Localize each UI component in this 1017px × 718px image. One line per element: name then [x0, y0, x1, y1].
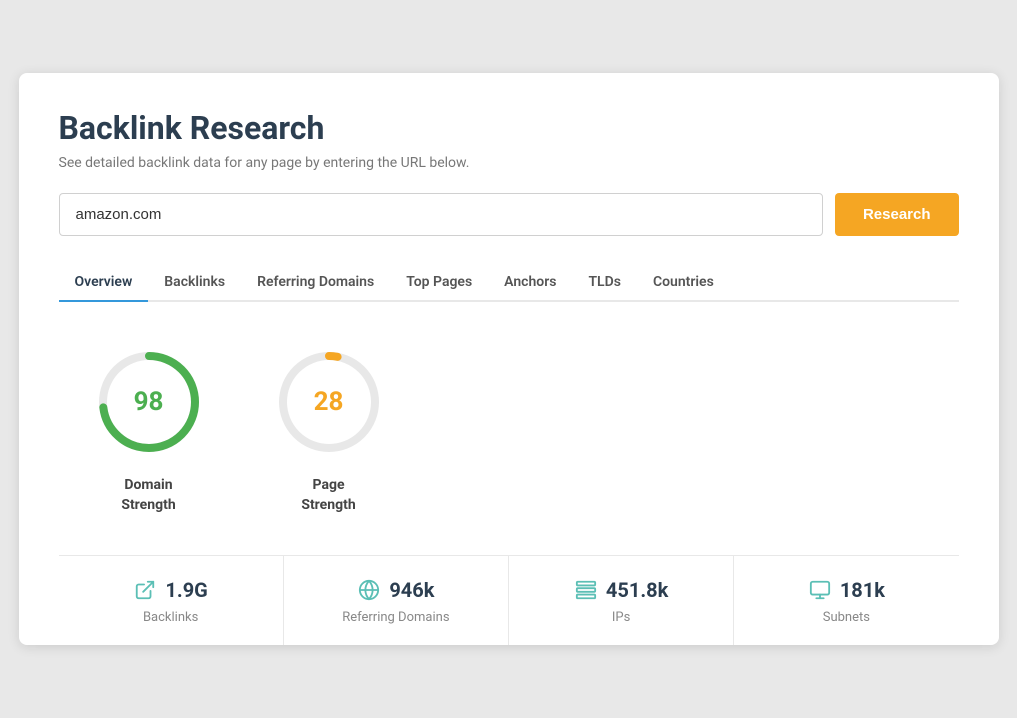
stat-name: Referring Domains [342, 610, 449, 625]
backlinks-icon [133, 578, 157, 602]
donut-title: DomainStrength [121, 476, 175, 515]
stat-name: IPs [612, 610, 630, 625]
donut-value: 28 [314, 387, 344, 417]
subtitle: See detailed backlink data for any page … [59, 155, 959, 171]
research-button[interactable]: Research [835, 193, 959, 236]
nav-tab-anchors[interactable]: Anchors [488, 264, 572, 302]
main-card: Backlink Research See detailed backlink … [19, 73, 999, 645]
stats-bottom: 1.9G Backlinks 946k Referring Domains 45… [59, 555, 959, 645]
page-title: Backlink Research [59, 109, 959, 147]
stat-name: Subnets [823, 610, 870, 625]
nav-tab-referring-domains[interactable]: Referring Domains [241, 264, 390, 302]
nav-tab-overview[interactable]: Overview [59, 264, 149, 302]
nav-tab-countries[interactable]: Countries [637, 264, 730, 302]
stat-value-row: 1.9G [133, 578, 207, 602]
search-row: Research [59, 193, 959, 236]
donut-item: 98 DomainStrength [89, 342, 209, 515]
nav-tab-top-pages[interactable]: Top Pages [390, 264, 488, 302]
metrics-section: 98 DomainStrength 28 PageStrength [59, 302, 959, 555]
stat-cell-globe: 946k Referring Domains [284, 556, 509, 645]
stat-value: 1.9G [165, 578, 207, 602]
stat-cell-backlinks: 1.9G Backlinks [59, 556, 284, 645]
search-input[interactable] [59, 193, 823, 236]
stat-value-row: 181k [808, 578, 885, 602]
globe-icon [357, 578, 381, 602]
stat-value: 181k [840, 578, 885, 602]
stat-name: Backlinks [143, 610, 198, 625]
donut-item: 28 PageStrength [269, 342, 389, 515]
stat-cell-monitor: 181k Subnets [734, 556, 958, 645]
stat-value-row: 946k [357, 578, 434, 602]
monitor-icon [808, 578, 832, 602]
donut-chart: 98 [89, 342, 209, 462]
nav-tab-backlinks[interactable]: Backlinks [148, 264, 241, 302]
stat-cell-layers: 451.8k IPs [509, 556, 734, 645]
nav-tab-tlds[interactable]: TLDs [572, 264, 637, 302]
stat-value: 451.8k [606, 578, 668, 602]
stat-value: 946k [389, 578, 434, 602]
donut-value: 98 [134, 387, 164, 417]
layers-icon [574, 578, 598, 602]
nav-tabs: OverviewBacklinksReferring DomainsTop Pa… [59, 264, 959, 302]
stat-value-row: 451.8k [574, 578, 668, 602]
donut-title: PageStrength [301, 476, 355, 515]
donut-chart: 28 [269, 342, 389, 462]
